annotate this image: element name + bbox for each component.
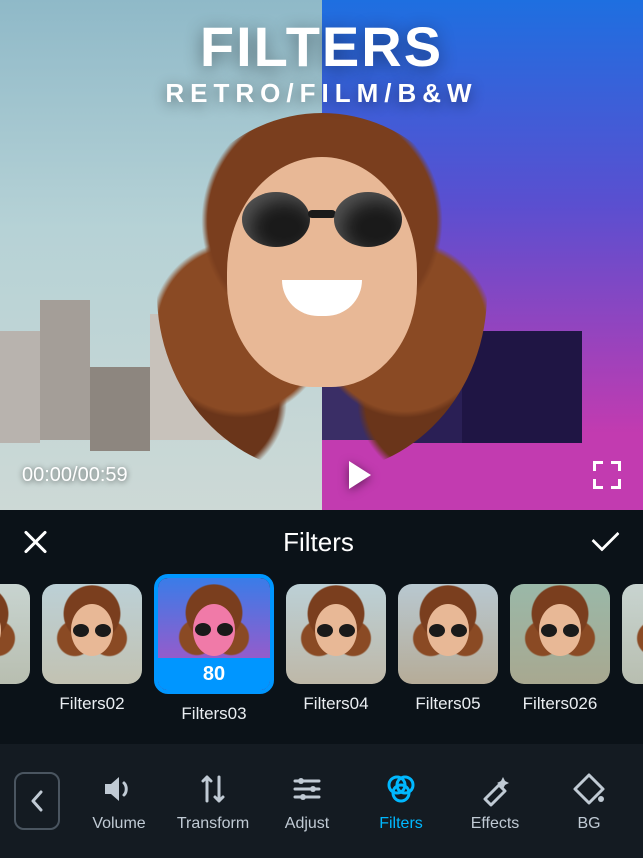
tool-label: De xyxy=(636,815,643,833)
play-icon[interactable] xyxy=(349,461,371,489)
filter-thumb-selected[interactable]: 80 Filters03 xyxy=(154,584,274,724)
fullscreen-icon[interactable] xyxy=(593,461,621,489)
tool-label: Effects xyxy=(448,815,542,833)
filter-label: Filters03 xyxy=(154,704,274,724)
tool-effects[interactable]: Effects xyxy=(448,769,542,833)
tool-adjust[interactable]: Adjust xyxy=(260,769,354,833)
filter-label: Filters05 xyxy=(398,694,498,714)
close-icon[interactable] xyxy=(22,529,48,555)
tool-bg[interactable]: BG xyxy=(542,769,636,833)
filter-label: Filters04 xyxy=(286,694,386,714)
filter-intensity[interactable]: 80 xyxy=(158,658,270,690)
hero-title: FILTERS xyxy=(0,14,643,79)
tool-more[interactable]: De xyxy=(636,769,643,833)
filter-strip[interactable]: 01 Filters02 80 Filters03 Filters04 Filt… xyxy=(0,574,643,744)
hero-subtitle: RETRO/FILM/B&W xyxy=(0,78,643,109)
bg-icon xyxy=(571,771,607,807)
filter-label: Filters026 xyxy=(510,694,610,714)
filter-label: Filters02 xyxy=(42,694,142,714)
tool-label: Volume xyxy=(72,815,166,833)
tool-label: Transform xyxy=(166,815,260,833)
volume-icon xyxy=(101,771,137,807)
player-bar: 00:00/00:59 xyxy=(0,440,643,510)
filter-thumb[interactable]: Fil xyxy=(622,584,643,714)
tool-transform[interactable]: Transform xyxy=(166,769,260,833)
filter-thumb[interactable]: Filters02 xyxy=(42,584,142,714)
video-preview: FILTERS RETRO/FILM/B&W 00:00/00:59 xyxy=(0,0,643,510)
effects-icon xyxy=(477,771,513,807)
panel-header: Filters xyxy=(0,510,643,574)
filter-thumb[interactable]: Filters05 xyxy=(398,584,498,714)
adjust-icon xyxy=(289,771,325,807)
filter-label: 01 xyxy=(0,694,30,714)
filter-thumb[interactable]: Filters026 xyxy=(510,584,610,714)
confirm-icon[interactable] xyxy=(589,530,621,554)
panel-title: Filters xyxy=(48,527,589,558)
transform-icon xyxy=(195,771,231,807)
back-button[interactable] xyxy=(14,772,60,830)
tool-filters[interactable]: Filters xyxy=(354,769,448,833)
filter-label: Fil xyxy=(622,694,643,714)
playback-time: 00:00/00:59 xyxy=(22,464,128,487)
tool-label: Filters xyxy=(354,815,448,833)
tool-volume[interactable]: Volume xyxy=(72,769,166,833)
chevron-left-icon xyxy=(30,790,44,812)
tool-label: BG xyxy=(542,815,636,833)
filter-thumb[interactable]: 01 xyxy=(0,584,30,714)
bottom-toolbar: Volume Transform Adjust Filters Effects … xyxy=(0,744,643,858)
filter-thumb[interactable]: Filters04 xyxy=(286,584,386,714)
tool-label: Adjust xyxy=(260,815,354,833)
filters-icon xyxy=(383,771,419,807)
